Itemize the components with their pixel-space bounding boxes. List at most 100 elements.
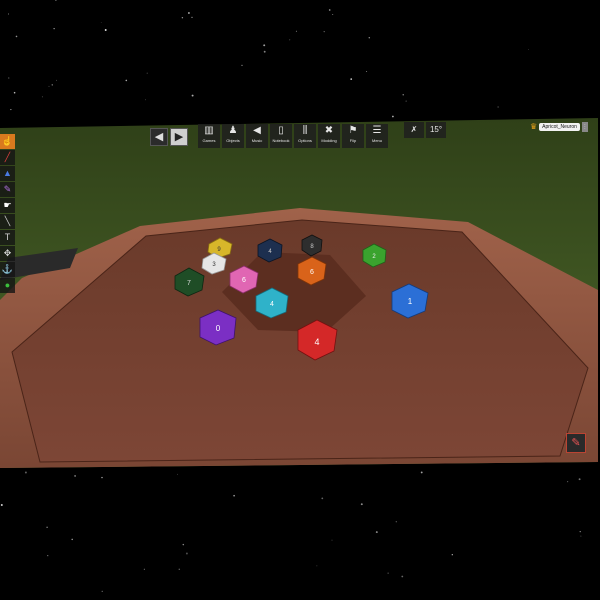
main-toolbar: ◀ ▶ ▥ Games ♟ Objects ◀ Music ▯ Notebook… — [150, 124, 388, 148]
right-arrow-icon: ▶ — [174, 131, 184, 143]
star — [263, 44, 266, 47]
flip-button[interactable]: ⚑ Flip — [342, 124, 364, 148]
star — [47, 555, 49, 557]
view-controls: ✗ 15° — [404, 122, 446, 140]
star — [392, 115, 394, 118]
hamburger-icon: ☰ — [372, 125, 382, 136]
ruler-icon: ╲ — [4, 216, 11, 226]
star — [48, 85, 50, 87]
pawn-icon: ♟ — [228, 125, 238, 136]
rotation-button[interactable]: 15° — [426, 122, 446, 138]
star — [350, 78, 353, 80]
games-button[interactable]: ▥ Games — [198, 124, 220, 148]
star — [187, 12, 190, 14]
modding-label: Modding — [321, 138, 337, 143]
player-name: Apricot_Neuron — [539, 123, 580, 131]
flip-icon: ⚑ — [348, 125, 358, 136]
star — [395, 521, 397, 523]
star — [8, 13, 9, 15]
star — [405, 100, 407, 102]
star — [360, 503, 363, 506]
music-label: Music — [251, 138, 263, 143]
options-button[interactable]: ⫼ Options — [294, 124, 316, 148]
star — [41, 96, 43, 98]
star — [567, 481, 569, 483]
menu-label: Menu — [371, 138, 382, 143]
die-label: 1 — [408, 297, 413, 306]
joint-tool[interactable]: ⚓ — [0, 262, 15, 277]
notebook-icon: ▯ — [278, 125, 284, 136]
tools-icon: ✖ — [324, 125, 334, 136]
shape-tool[interactable]: ▲ — [0, 166, 15, 181]
star — [143, 568, 145, 570]
star — [263, 50, 266, 53]
die-label: 0 — [216, 324, 221, 333]
modding-button[interactable]: ✖ Modding — [318, 124, 340, 148]
pen-tool[interactable]: ✎ — [0, 182, 15, 197]
star — [191, 94, 194, 97]
star — [71, 538, 73, 541]
star — [368, 37, 371, 39]
notebook-button[interactable]: ▯ Notebook — [270, 124, 292, 148]
star — [191, 16, 193, 19]
gizmo-icon: ✥ — [3, 248, 12, 258]
star — [289, 39, 291, 41]
flick-tool[interactable]: ☛ — [0, 198, 15, 213]
star — [55, 0, 57, 1]
options-label: Options — [298, 138, 312, 143]
boxes-icon: ▥ — [204, 125, 214, 136]
music-button[interactable]: ◀ Music — [246, 124, 268, 148]
star — [46, 526, 48, 529]
star — [56, 79, 57, 81]
die-label: 6 — [242, 277, 246, 284]
star — [53, 28, 55, 30]
star — [51, 84, 53, 86]
die-purple[interactable]: 0 — [199, 309, 237, 346]
menu-button[interactable]: ☰ Menu — [366, 124, 388, 148]
star — [331, 539, 333, 541]
forward-button[interactable]: ▶ — [170, 128, 188, 146]
color-dot-icon: ● — [4, 280, 11, 290]
star — [321, 497, 324, 500]
color-tool[interactable]: ● — [0, 278, 15, 293]
gravity-button[interactable]: ✗ — [404, 122, 424, 138]
die-label: 7 — [187, 280, 191, 287]
line-tool[interactable]: ╱ — [0, 150, 15, 165]
star — [185, 552, 188, 555]
star — [145, 99, 146, 101]
objects-button[interactable]: ♟ Objects — [222, 124, 244, 148]
games-label: Games — [202, 138, 216, 143]
gizmo-tool[interactable]: ✥ — [0, 246, 15, 261]
star — [24, 471, 27, 474]
back-button[interactable]: ◀ — [150, 128, 168, 146]
player-menu-icon[interactable]: ⋮ — [581, 122, 588, 132]
star — [387, 572, 389, 574]
text-icon: T — [4, 232, 11, 242]
die-label: 6 — [310, 269, 314, 276]
sliders-icon: ⫼ — [302, 125, 308, 136]
text-tool[interactable]: T — [0, 230, 15, 245]
star — [15, 35, 18, 38]
star — [316, 565, 318, 567]
pen-icon: ✎ — [3, 184, 12, 194]
player-badge[interactable]: ♛ Apricot_Neuron ⋮ — [530, 121, 588, 133]
flick-icon: ☛ — [3, 200, 12, 210]
star — [0, 504, 3, 506]
star — [580, 535, 582, 537]
die-label: 4 — [314, 337, 319, 347]
star — [101, 476, 103, 479]
star — [101, 590, 103, 593]
joint-icon: ⚓ — [1, 264, 14, 274]
star — [497, 106, 499, 108]
star — [177, 473, 179, 475]
ruler-tool[interactable]: ╲ — [0, 214, 15, 229]
star — [178, 568, 181, 571]
speaker-icon: ◀ — [253, 125, 261, 136]
draw-button[interactable]: ✎ — [566, 433, 586, 453]
star — [366, 71, 368, 72]
star — [100, 22, 102, 23]
star — [74, 474, 77, 477]
grab-tool[interactable]: ☝ — [0, 134, 15, 149]
game-scene[interactable]: 9 3 4 8 2 7 6 6 4 1 0 4 — [0, 0, 600, 600]
objects-label: Objects — [226, 138, 240, 143]
